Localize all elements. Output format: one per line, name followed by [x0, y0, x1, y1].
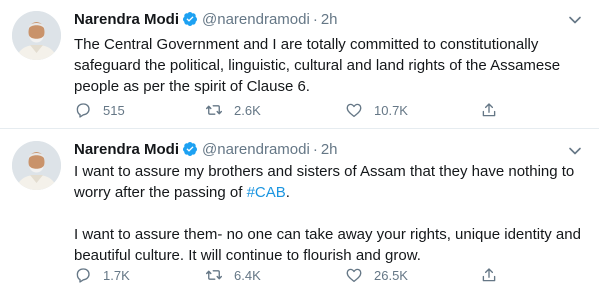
- retweet-count: 2.6K: [234, 102, 261, 118]
- tweet-text-segment: worry after the passing of: [74, 184, 247, 201]
- reply-count: 1.7K: [103, 267, 130, 283]
- separator: ·: [312, 141, 318, 158]
- tweet[interactable]: Narendra Modi @narendramodi · 2h The Centra…: [0, 0, 599, 128]
- tweet-header: Narendra Modi @narendramodi · 2h: [74, 11, 338, 32]
- reply-button[interactable]: 1.7K: [74, 265, 130, 285]
- retweet-icon: [205, 270, 223, 280]
- tweet-text-segment: .: [285, 184, 290, 201]
- chevron-down-icon[interactable]: [568, 13, 582, 27]
- tweet-text: The Central Government and I are totally…: [74, 34, 586, 97]
- tweet-text-line: beautiful culture. It will continue to f…: [74, 247, 421, 264]
- chevron-down-icon[interactable]: [568, 144, 582, 158]
- avatar[interactable]: [12, 11, 61, 60]
- timestamp[interactable]: 2h: [321, 141, 338, 158]
- retweet-count: 6.4K: [234, 267, 261, 283]
- share-button[interactable]: [480, 100, 498, 120]
- tweet-header: Narendra Modi @narendramodi · 2h: [74, 141, 338, 162]
- verified-badge-icon: [182, 11, 198, 32]
- share-icon: [482, 268, 496, 282]
- tweet-text-line: The Central Government and I are totally…: [74, 36, 539, 53]
- tweet-text-line: I want to assure my brothers and sisters…: [74, 163, 575, 180]
- reply-icon: [76, 103, 90, 118]
- retweet-button[interactable]: 6.4K: [205, 265, 261, 285]
- timestamp[interactable]: 2h: [321, 11, 338, 28]
- separator: ·: [312, 11, 318, 28]
- tweet-text-line: worry after the passing of #CAB.: [74, 182, 586, 203]
- hashtag-link[interactable]: #CAB: [247, 184, 286, 201]
- reply-button[interactable]: 515: [74, 100, 125, 120]
- author-name[interactable]: Narendra Modi: [74, 141, 179, 158]
- tweet-text-line: safeguard the political, linguistic, cul…: [74, 57, 561, 74]
- tweet[interactable]: Narendra Modi @narendramodi · 2h I want to …: [0, 129, 599, 297]
- verified-badge-icon: [182, 141, 198, 162]
- like-count: 26.5K: [374, 267, 408, 283]
- like-count: 10.7K: [374, 102, 408, 118]
- share-button[interactable]: [480, 265, 498, 285]
- author-name[interactable]: Narendra Modi: [74, 11, 179, 28]
- like-button[interactable]: 26.5K: [345, 265, 408, 285]
- reply-count: 515: [103, 102, 125, 118]
- reply-icon: [76, 268, 90, 283]
- retweet-icon: [205, 105, 223, 115]
- author-handle[interactable]: @narendramodi: [202, 141, 310, 158]
- heart-icon: [346, 103, 362, 118]
- like-button[interactable]: 10.7K: [345, 100, 408, 120]
- heart-icon: [346, 268, 362, 283]
- author-handle[interactable]: @narendramodi: [202, 11, 310, 28]
- avatar[interactable]: [12, 141, 61, 190]
- tweet-text-line: I want to assure them- no one can take a…: [74, 226, 581, 243]
- tweet-text: I want to assure my brothers and sisters…: [74, 161, 586, 266]
- share-icon: [482, 103, 496, 117]
- retweet-button[interactable]: 2.6K: [205, 100, 261, 120]
- tweet-actions: 515 2.6K 10.7K: [74, 100, 554, 120]
- tweet-text-line: people as per the spirit of Clause 6.: [74, 78, 310, 95]
- tweet-feed: Narendra Modi @narendramodi · 2h The Centra…: [0, 0, 599, 297]
- tweet-actions: 1.7K 6.4K 26.5K: [74, 265, 554, 285]
